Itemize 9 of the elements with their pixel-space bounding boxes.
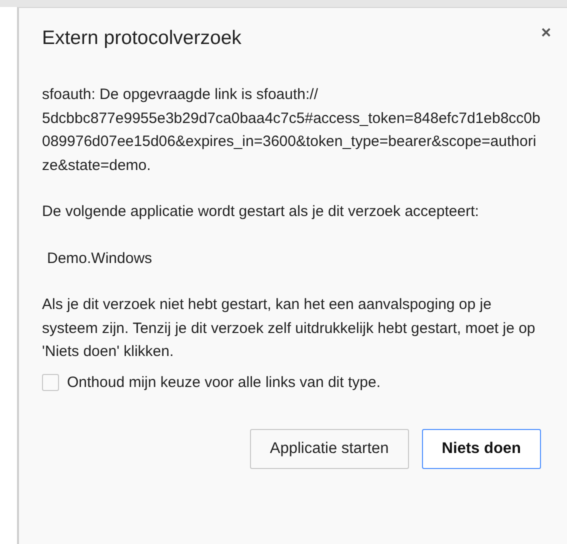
action-button[interactable]: Applicatie starten <box>250 428 409 468</box>
message-text: De volgende applicatie wordt gestart als je dit verzoek accepteert: <box>42 202 480 222</box>
checkbox-label[interactable]: Onthoud mijn keuze voor alle links van dit type. <box>67 374 380 390</box>
dialog-title: Extern protocolverzoek <box>42 27 242 50</box>
default-button[interactable]: Niets doen <box>422 428 541 468</box>
application-name: Demo.Windows <box>46 248 154 268</box>
message-text: sfoauth: De opgevraagde link is sfoauth:// 5dcbbc877e9955e3b29d7ca0baa4c7c5#access_token=848efc7d1eb8cc0b089976d07ee15d06&expires_in=3600&token_type=bearer&scope=authorize&state=demo. <box>42 85 541 176</box>
checkbox[interactable] <box>42 374 59 390</box>
message-text: Als je dit verzoek niet hebt gestart, kan het een aanvalspoging op je systeem zijn. Tenzij je dit verzoek zelf uitdrukkelijk hebt gestart, moet je op 'Niets doen' klikken. <box>42 295 536 362</box>
